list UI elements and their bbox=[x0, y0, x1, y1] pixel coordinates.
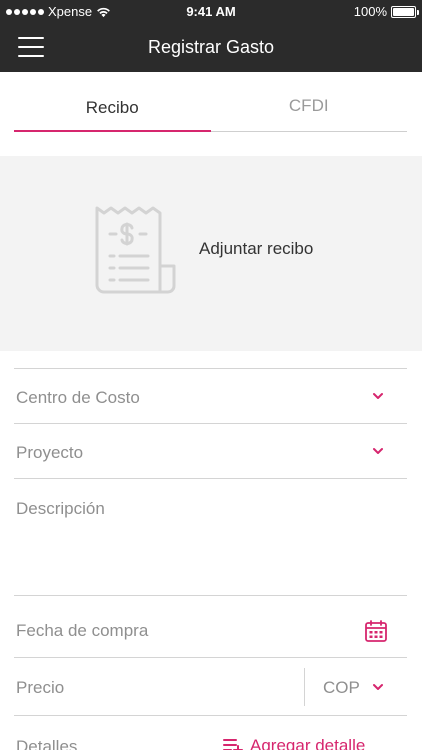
calendar-icon[interactable] bbox=[364, 619, 388, 643]
attach-receipt-area[interactable]: Adjuntar recibo bbox=[0, 156, 422, 351]
page-title: Registrar Gasto bbox=[147, 37, 275, 57]
tab-active-indicator bbox=[14, 130, 211, 132]
currency-value: COP bbox=[323, 678, 360, 697]
chevron-down-icon bbox=[373, 684, 383, 690]
purchase-date-label: Fecha de compra bbox=[16, 621, 149, 640]
receipt-icon bbox=[95, 206, 176, 294]
status-right: 100% bbox=[353, 4, 419, 19]
currency-select[interactable]: COP bbox=[314, 658, 407, 716]
tab-cfdi-label: CFDI bbox=[288, 96, 329, 115]
battery-percent: 100% bbox=[353, 4, 387, 19]
cost-center-select[interactable]: Centro de Costo bbox=[14, 368, 407, 423]
description-placeholder: Descripción bbox=[16, 499, 105, 518]
chevron-down-icon bbox=[373, 448, 383, 454]
attach-receipt-label: Adjuntar recibo bbox=[199, 239, 314, 258]
tab-bar: Recibo CFDI bbox=[14, 72, 407, 132]
purchase-date-field[interactable]: Fecha de compra bbox=[14, 595, 407, 657]
status-bar: Xpense 9:41 AM 100% bbox=[0, 0, 422, 22]
chevron-down-icon bbox=[373, 393, 383, 399]
battery-fill bbox=[393, 7, 414, 16]
price-divider bbox=[304, 668, 305, 706]
details-label: Detalles bbox=[16, 737, 78, 750]
battery-icon bbox=[391, 5, 419, 18]
app-bar: Registrar Gasto bbox=[0, 22, 422, 72]
add-list-icon bbox=[223, 739, 243, 750]
add-detail-label: Agregar detalle bbox=[250, 736, 366, 750]
description-textarea[interactable]: Descripción bbox=[14, 478, 407, 595]
price-field[interactable]: Precio COP bbox=[14, 657, 407, 715]
project-label: Proyecto bbox=[16, 443, 84, 462]
price-label: Precio bbox=[16, 678, 65, 697]
details-row: Detalles Agregar detalle bbox=[14, 715, 407, 750]
project-select[interactable]: Proyecto bbox=[14, 423, 407, 478]
add-detail-button[interactable]: Agregar detalle bbox=[222, 736, 365, 750]
tab-cfdi[interactable]: CFDI bbox=[211, 72, 408, 131]
cost-center-label: Centro de Costo bbox=[16, 388, 140, 407]
tab-recibo[interactable]: Recibo bbox=[14, 72, 211, 132]
tab-recibo-label: Recibo bbox=[85, 98, 139, 117]
